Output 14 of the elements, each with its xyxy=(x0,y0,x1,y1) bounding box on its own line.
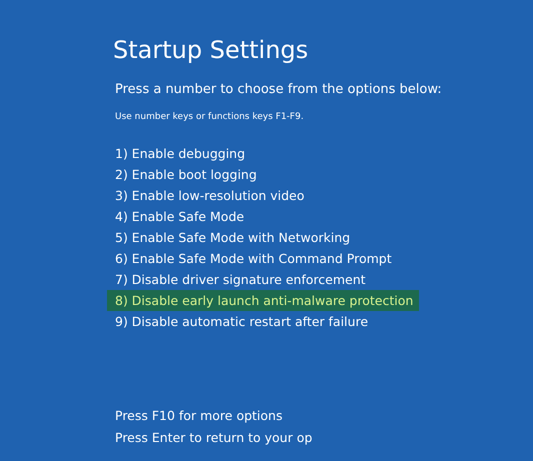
startup-option[interactable]: 8) Disable early launch anti-malware protection xyxy=(107,290,420,311)
startup-option[interactable]: 9) Disable automatic restart after failure xyxy=(107,311,374,332)
startup-option[interactable]: 5) Enable Safe Mode with Networking xyxy=(107,227,356,248)
startup-option[interactable]: 1) Enable debugging xyxy=(107,143,252,164)
startup-option[interactable]: 6) Enable Safe Mode with Command Prompt xyxy=(107,248,398,269)
startup-option[interactable]: 2) Enable boot logging xyxy=(107,164,263,185)
hint-text: Use number keys or functions keys F1-F9. xyxy=(114,111,305,124)
screen-title: Startup Settings xyxy=(112,35,310,66)
startup-option[interactable]: 7) Disable driver signature enforcement xyxy=(107,269,372,290)
startup-option[interactable]: 4) Enable Safe Mode xyxy=(107,206,250,227)
footer-text: Press Enter to return to your op xyxy=(114,429,314,447)
footer-text: Press F10 for more options xyxy=(114,407,284,425)
startup-option[interactable]: 3) Enable low-resolution video xyxy=(107,185,310,206)
prompt-text: Press a number to choose from the options below: xyxy=(114,81,443,99)
